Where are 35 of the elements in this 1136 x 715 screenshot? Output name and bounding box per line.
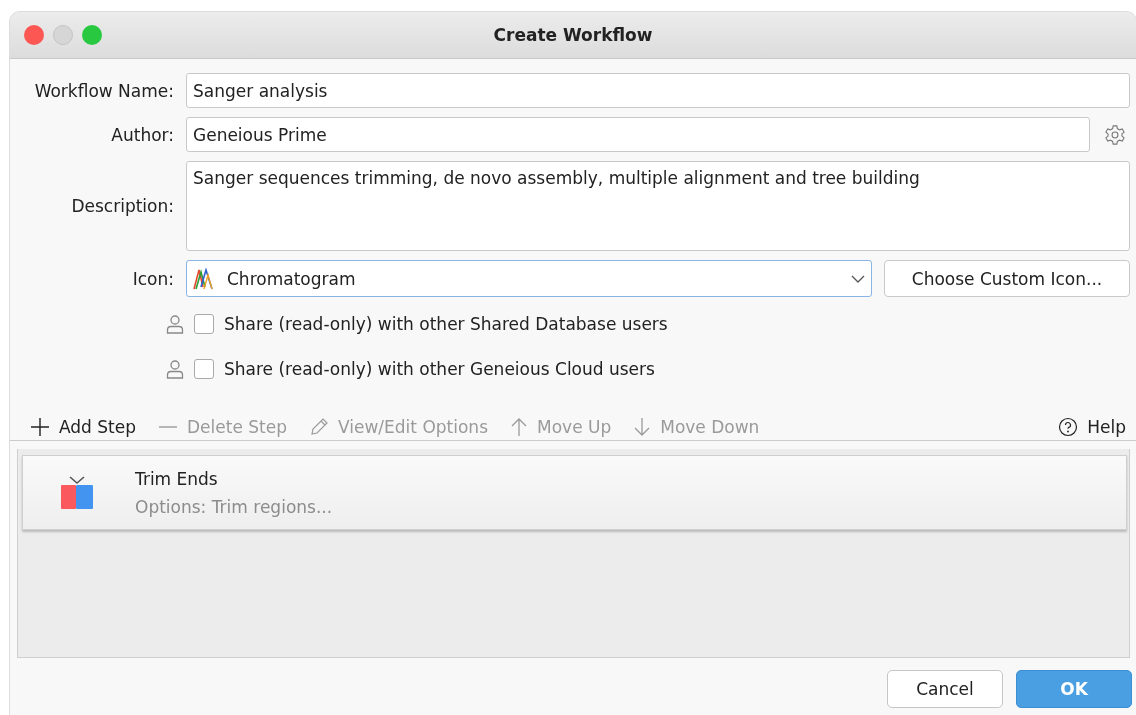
checkbox[interactable]: [194, 313, 214, 334]
step-title: Trim Ends: [135, 468, 219, 489]
settings-icon[interactable]: [1104, 123, 1126, 146]
user-icon: [166, 313, 184, 334]
step-card[interactable]: Trim Ends Options: Trim regions...: [22, 455, 1127, 530]
pencil-icon: [309, 417, 329, 437]
window-title: Create Workflow: [493, 25, 653, 45]
field-label: Author:: [111, 124, 174, 145]
field-label: Icon:: [132, 268, 174, 289]
chevron-down-icon: [851, 274, 865, 283]
minimize-button[interactable]: [53, 25, 73, 45]
checkbox[interactable]: [194, 358, 214, 379]
arrow-up-icon: [510, 417, 528, 437]
add-button[interactable]: Add Step: [30, 417, 137, 437]
checkbox-label[interactable]: Share (read-only) with other Shared Database users: [224, 313, 668, 334]
description-field[interactable]: Sanger sequences trimming, de novo assembly, multiple alignment and tree building: [186, 161, 1130, 251]
close-button[interactable]: [24, 25, 44, 45]
step-options: Options: Trim regions...: [135, 496, 333, 517]
choose-icon-button[interactable]: Choose Custom Icon...: [884, 260, 1130, 297]
help-icon: [1058, 417, 1079, 437]
user-icon: [166, 358, 184, 379]
zoom-button[interactable]: [82, 25, 102, 45]
field-label: Description:: [71, 196, 174, 216]
help-button[interactable]: Help: [1058, 417, 1126, 437]
minus-icon: [158, 426, 179, 428]
plus-icon: [30, 417, 50, 437]
name-field[interactable]: Sanger analysis: [186, 73, 1130, 108]
icon-dropdown[interactable]: Chromatogram: [186, 260, 872, 297]
cancel-button[interactable]: Cancel: [887, 670, 1003, 708]
author-field[interactable]: Geneious Prime: [186, 117, 1090, 152]
arrow-down-icon: [633, 417, 652, 437]
field-label: Workflow Name:: [34, 80, 174, 101]
trim-icon: [59, 474, 95, 511]
checkbox-label[interactable]: Share (read-only) with other Geneious Cloud users: [224, 358, 655, 379]
chromatogram-icon: [193, 267, 213, 290]
